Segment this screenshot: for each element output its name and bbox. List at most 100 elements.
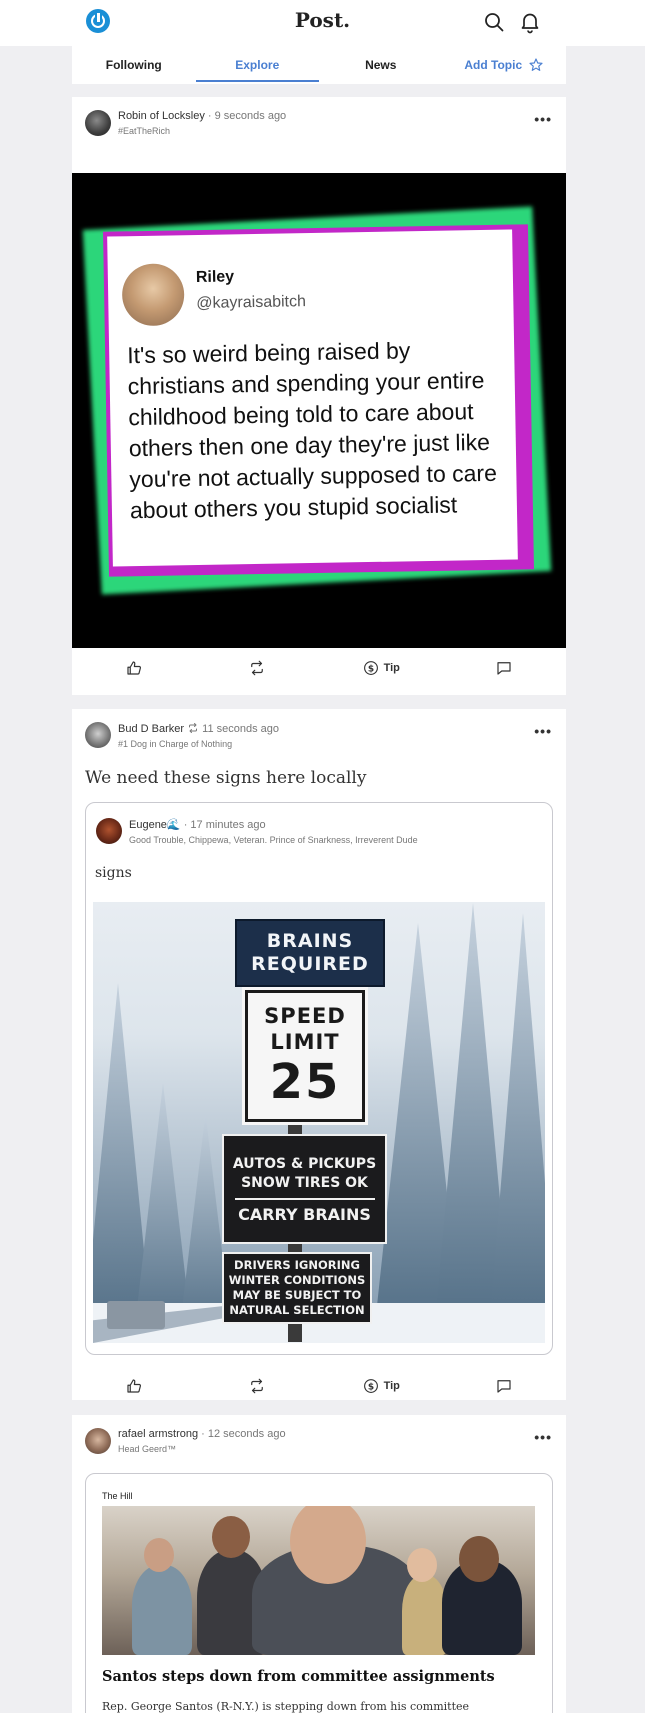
comment-button[interactable] — [443, 659, 567, 677]
avatar[interactable] — [85, 722, 111, 748]
person-head — [407, 1548, 437, 1582]
sign-text: AUTOS & PICKUPS — [232, 1155, 377, 1172]
more-icon[interactable]: ••• — [534, 111, 552, 127]
sign-natural-selection: DRIVERS IGNORING WINTER CONDITIONS MAY B… — [222, 1252, 372, 1324]
bell-icon[interactable] — [518, 10, 542, 34]
post-card: rafael armstrong · 12 seconds ago Head G… — [72, 1415, 566, 1713]
avatar[interactable] — [85, 110, 111, 136]
tweet-handle: @kayraisabitch — [196, 293, 307, 313]
post-meta: Robin of Locksley · 9 seconds ago — [118, 110, 286, 122]
tweet-text: It's so weird being raised by christians… — [126, 337, 498, 524]
sign-text: BRAINS REQUIRED — [251, 930, 369, 975]
post-meta: Eugene🌊 · 17 minutes ago — [129, 818, 418, 831]
tweet-name: Riley — [195, 268, 235, 287]
person — [402, 1575, 447, 1655]
tab-news[interactable]: News — [319, 46, 443, 84]
tip-label: Tip — [383, 662, 400, 674]
link-headline[interactable]: Santos steps down from committee assignm… — [102, 1668, 495, 1685]
add-topic-button[interactable]: Add Topic — [443, 46, 567, 84]
svg-text:$: $ — [367, 664, 373, 674]
tab-label: Explore — [235, 58, 280, 72]
tab-label: News — [365, 58, 397, 72]
person-head — [212, 1516, 250, 1558]
sign-text: CARRY BRAINS — [238, 1204, 371, 1224]
topic-tabs: Following Explore News Add Topic — [72, 46, 566, 84]
tip-button[interactable]: $ Tip — [319, 1377, 443, 1395]
tab-label: Following — [105, 58, 162, 72]
sign-speed-limit: SPEED LIMIT 25 — [242, 987, 368, 1125]
post-meta: rafael armstrong · 12 seconds ago — [118, 1428, 286, 1440]
like-icon — [127, 661, 141, 675]
separator: · — [207, 110, 215, 122]
more-icon[interactable]: ••• — [534, 723, 552, 739]
link-preview[interactable]: The Hill Santos steps down from committe… — [85, 1473, 553, 1713]
action-bar: $ Tip — [72, 641, 566, 695]
tree — [488, 913, 545, 1343]
tip-button[interactable]: $ Tip — [319, 659, 443, 677]
avatar[interactable] — [96, 818, 122, 844]
brand-title[interactable]: Post. — [0, 8, 645, 32]
more-icon[interactable]: ••• — [534, 1429, 552, 1445]
post-header: Robin of Locksley · 9 seconds ago #EatTh… — [85, 110, 286, 136]
tip-label: Tip — [383, 1380, 400, 1392]
post-time[interactable]: 9 seconds ago — [215, 110, 287, 122]
author-name[interactable]: Robin of Locksley — [118, 110, 205, 122]
like-button[interactable] — [72, 659, 196, 677]
separator: · — [201, 1428, 208, 1440]
tweet-avatar — [121, 263, 185, 327]
post-header: Bud D Barker 11 seconds ago #1 Dog in Ch… — [85, 722, 279, 749]
person-head — [144, 1538, 174, 1572]
comment-icon — [497, 1380, 511, 1393]
author-subtitle: Good Trouble, Chippewa, Veteran. Prince … — [129, 835, 418, 845]
star-icon — [529, 58, 543, 71]
quoted-post[interactable]: Eugene🌊 · 17 minutes ago Good Trouble, C… — [85, 802, 553, 1355]
post-header: rafael armstrong · 12 seconds ago Head G… — [85, 1428, 286, 1454]
post-image[interactable]: BRAINS REQUIRED SPEED LIMIT 25 AUTOS & P… — [93, 902, 545, 1343]
sign-number: 25 — [269, 1054, 341, 1110]
link-excerpt: Rep. George Santos (R-N.Y.) is stepping … — [102, 1700, 470, 1713]
author-subtitle: #EatTheRich — [118, 126, 171, 136]
author-name[interactable]: Bud D Barker — [118, 723, 184, 735]
repost-button[interactable] — [196, 1377, 320, 1395]
tip-icon: $ — [363, 1379, 378, 1393]
tip-icon: $ — [363, 661, 378, 675]
repost-icon — [251, 660, 264, 676]
sign-text: LIMIT — [270, 1030, 340, 1054]
quoted-post-header: Eugene🌊 · 17 minutes ago Good Trouble, C… — [96, 818, 418, 845]
tab-explore[interactable]: Explore — [195, 46, 320, 84]
tweet-screenshot: Riley @kayraisabitch It's so weird being… — [107, 229, 518, 567]
author-subtitle: #1 Dog in Charge of Nothing — [118, 739, 233, 749]
post-card: Robin of Locksley · 9 seconds ago #EatTh… — [72, 97, 566, 695]
repost-button[interactable] — [196, 659, 320, 677]
sign-divider — [234, 1197, 375, 1200]
link-source: The Hill — [102, 1491, 133, 1501]
sign-autos-pickups: AUTOS & PICKUPS SNOW TIRES OK CARRY BRAI… — [222, 1134, 387, 1244]
tab-label: Add Topic — [464, 58, 523, 72]
repost-icon — [189, 723, 198, 733]
tab-following[interactable]: Following — [72, 46, 196, 84]
svg-text:$: $ — [367, 1382, 373, 1392]
search-icon[interactable] — [482, 10, 506, 34]
person — [132, 1565, 192, 1655]
like-icon — [127, 1379, 141, 1393]
post-text: We need these signs here locally — [85, 768, 367, 788]
quoted-post-text: signs — [95, 865, 132, 881]
post-time[interactable]: 17 minutes ago — [190, 819, 265, 831]
sign-text: SNOW TIRES OK — [241, 1174, 368, 1191]
post-time[interactable]: 12 seconds ago — [208, 1428, 286, 1440]
like-button[interactable] — [72, 1377, 196, 1395]
sign-text: DRIVERS IGNORING WINTER CONDITIONS MAY B… — [228, 1258, 366, 1317]
top-bar: Post. — [0, 0, 645, 46]
post-card: Bud D Barker 11 seconds ago #1 Dog in Ch… — [72, 709, 566, 1400]
avatar[interactable] — [85, 1428, 111, 1454]
author-name[interactable]: Eugene🌊 — [129, 819, 181, 831]
comment-button[interactable] — [443, 1377, 567, 1395]
post-time[interactable]: 11 seconds ago — [202, 723, 279, 735]
person-head — [459, 1536, 499, 1582]
link-image — [102, 1506, 535, 1655]
post-meta: Bud D Barker 11 seconds ago — [118, 722, 279, 735]
comment-icon — [497, 662, 511, 675]
author-name[interactable]: rafael armstrong — [118, 1428, 198, 1440]
sign-text: SPEED — [264, 1004, 346, 1028]
post-image[interactable]: Riley @kayraisabitch It's so weird being… — [72, 173, 566, 648]
